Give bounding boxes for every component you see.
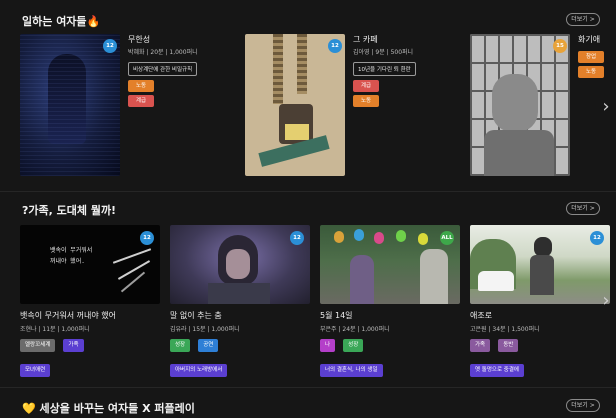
section-changing-world: 💛 세상을 바꾸는 여자들 X 퍼플레이 더보기 > — [0, 0, 616, 418]
more-button[interactable]: 더보기 > — [566, 399, 600, 412]
section-title: 💛 세상을 바꾸는 여자들 X 퍼플레이 — [22, 402, 195, 415]
